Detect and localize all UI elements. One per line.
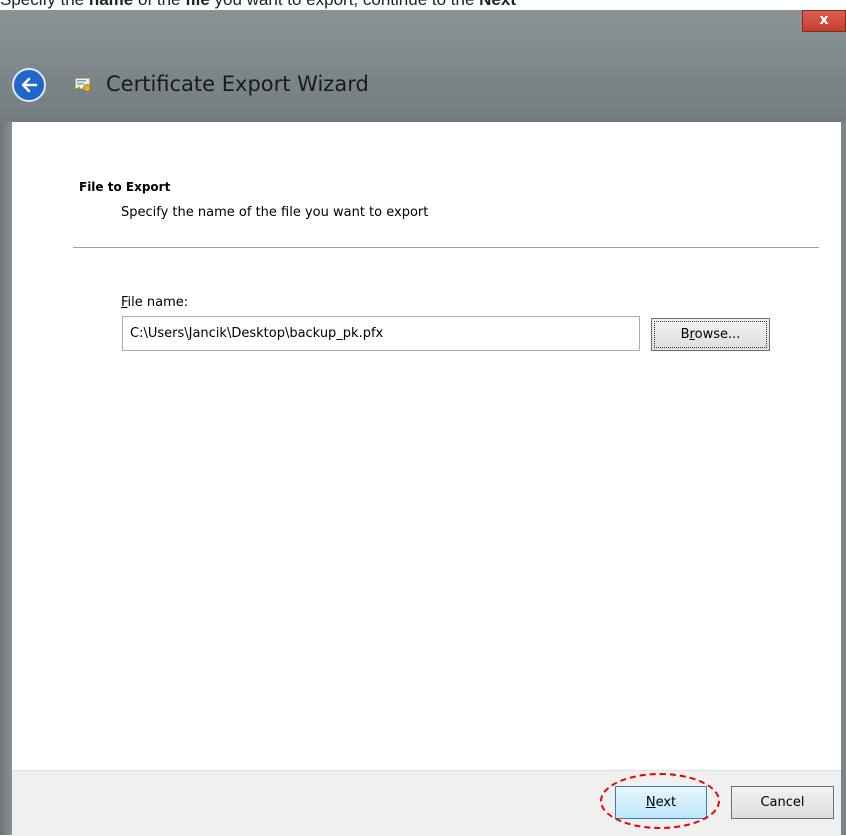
- wizard-title: Certificate Export Wizard: [106, 72, 369, 96]
- file-name-label: File name:: [121, 295, 188, 310]
- cancel-button[interactable]: Cancel: [731, 786, 834, 819]
- caption-text: of the: [133, 0, 185, 9]
- back-arrow-icon: [21, 77, 38, 93]
- next-button[interactable]: Next: [615, 786, 707, 819]
- section-subtitle: Specify the name of the file you want to…: [121, 205, 429, 220]
- caption-text: you want to export, continue to the: [210, 0, 479, 9]
- browse-label-start: B: [680, 327, 690, 342]
- next-label-rest: ext: [655, 795, 677, 810]
- caption-bold-name: name: [89, 0, 133, 9]
- caption-bold-file: file: [185, 0, 210, 9]
- wizard-footer: [12, 770, 841, 836]
- certificate-icon: [74, 77, 91, 92]
- browse-label-rest: owse...: [694, 327, 741, 342]
- close-button[interactable]: x: [802, 10, 846, 32]
- header-separator: [73, 247, 819, 248]
- close-icon: x: [819, 12, 829, 28]
- window-title-bar: [0, 10, 846, 122]
- instruction-caption: Specify the name of the file you want to…: [0, 0, 846, 10]
- back-button[interactable]: [12, 68, 46, 102]
- window-left-border: [0, 122, 12, 835]
- section-title: File to Export: [79, 180, 171, 194]
- window-right-border: [841, 122, 846, 835]
- caption-bold-next: Next: [479, 0, 516, 9]
- browse-button[interactable]: Browse...: [651, 318, 770, 351]
- caption-text: Specify the: [0, 0, 89, 9]
- file-name-label-text: ile name:: [127, 295, 189, 310]
- browse-button-focus-ring: Browse...: [654, 321, 767, 348]
- next-label-hotkey: N: [645, 795, 656, 810]
- file-name-input[interactable]: [122, 316, 640, 351]
